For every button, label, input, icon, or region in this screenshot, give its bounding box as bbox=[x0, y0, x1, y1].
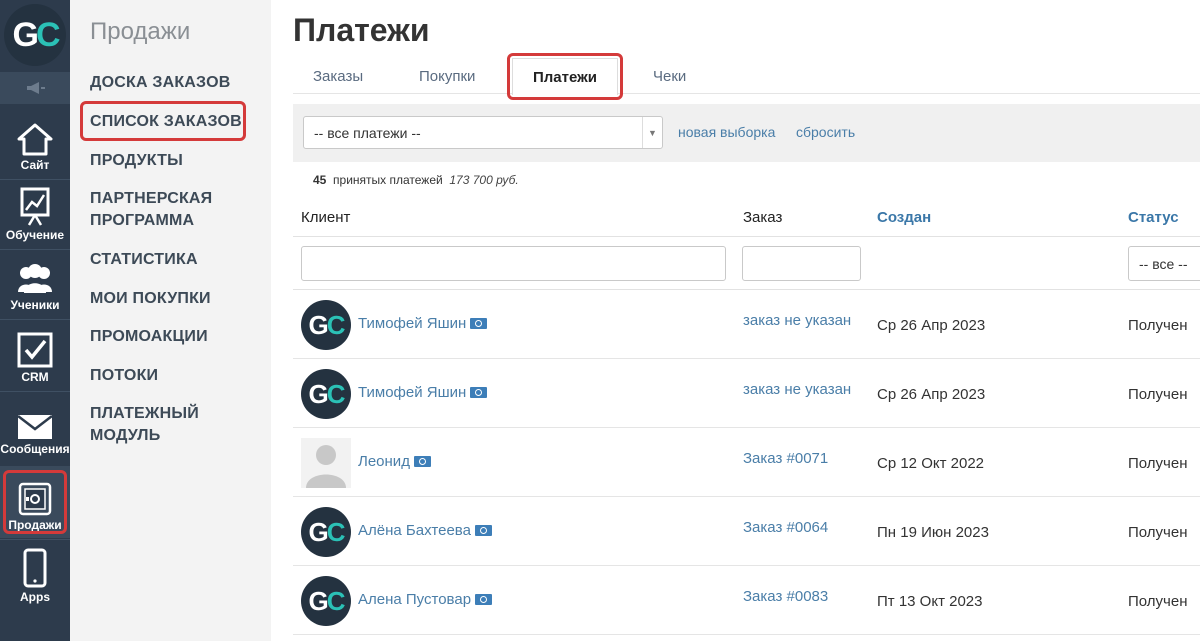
rail-item-label: Ученики bbox=[10, 298, 60, 312]
cash-icon bbox=[470, 387, 488, 398]
section-title: Продажи bbox=[90, 18, 191, 45]
avatar: GC bbox=[301, 576, 351, 626]
rail-item-site[interactable]: Сайт bbox=[0, 106, 70, 178]
order-filter-input[interactable] bbox=[742, 246, 861, 281]
app-rail: GC Сайт Обучение Ученики CRM Сообщения П… bbox=[0, 0, 70, 641]
status-value: Получен bbox=[1128, 317, 1188, 334]
cash-icon bbox=[413, 456, 431, 467]
rail-item-label: Обучение bbox=[5, 228, 65, 242]
client-link[interactable]: Алёна Бахтеева bbox=[358, 522, 492, 539]
new-selection-link[interactable]: новая выборка bbox=[678, 124, 775, 140]
payments-summary: 45 принятых платежей 173 700 руб. bbox=[313, 173, 519, 187]
nav-partner-program[interactable]: ПАРТНЕРСКАЯ ПРОГРАММА bbox=[90, 188, 230, 232]
created-date: Пн 19 Июн 2023 bbox=[877, 524, 989, 541]
highlight-frame-sales bbox=[3, 470, 67, 534]
chevron-down-icon: ▼ bbox=[642, 117, 662, 148]
table-row: GC Алена Пустовар Заказ #0083 Пт 13 Окт … bbox=[293, 566, 1200, 635]
checkbox-icon bbox=[17, 332, 53, 368]
table-row: Леонид Заказ #0071 Ср 12 Окт 2022 Получе… bbox=[293, 428, 1200, 497]
status-value: Получен bbox=[1128, 455, 1188, 472]
payments-summary-text: принятых платежей bbox=[333, 173, 443, 187]
rail-item-messages[interactable]: Сообщения bbox=[0, 392, 70, 462]
tab-receipts[interactable]: Чеки bbox=[653, 68, 686, 85]
tab-purchases[interactable]: Покупки bbox=[419, 68, 475, 85]
rail-item-label: Apps bbox=[20, 590, 50, 604]
avatar: GC bbox=[301, 369, 351, 419]
payments-filter-value: -- все платежи -- bbox=[314, 125, 421, 141]
status-value: Получен bbox=[1128, 524, 1188, 541]
rail-item-apps[interactable]: Apps bbox=[0, 540, 70, 610]
status-filter-value: -- все -- bbox=[1139, 256, 1188, 272]
rail-item-crm[interactable]: CRM bbox=[0, 320, 70, 390]
rail-item-label: Сообщения bbox=[0, 442, 70, 456]
megaphone-icon bbox=[27, 82, 45, 94]
section-nav: Продажи ДОСКА ЗАКАЗОВ СПИСОК ЗАКАЗОВ ПРО… bbox=[70, 0, 271, 641]
table-row: GC Алёна Бахтеева Заказ #0064 Пн 19 Июн … bbox=[293, 497, 1200, 566]
rail-item-label: CRM bbox=[21, 370, 49, 384]
envelope-icon bbox=[17, 415, 53, 439]
status-value: Получен bbox=[1128, 593, 1188, 610]
order-link[interactable]: заказ не указан bbox=[743, 381, 851, 398]
order-link[interactable]: Заказ #0064 bbox=[743, 519, 828, 536]
phone-icon bbox=[23, 548, 47, 588]
client-link[interactable]: Леонид bbox=[358, 453, 431, 470]
column-header-status[interactable]: Статус bbox=[1128, 209, 1179, 226]
filter-bar: -- все платежи -- ▼ новая выборка сброси… bbox=[293, 104, 1200, 162]
payments-filter-select[interactable]: -- все платежи -- ▼ bbox=[303, 116, 663, 149]
status-filter-select[interactable]: -- все -- bbox=[1128, 246, 1200, 281]
table-row: GC Тимофей Яшин заказ не указан Ср 26 Ап… bbox=[293, 290, 1200, 359]
chart-board-icon bbox=[20, 187, 50, 226]
cash-icon bbox=[474, 525, 492, 536]
rail-item-label: Сайт bbox=[20, 158, 50, 172]
nav-streams[interactable]: ПОТОКИ bbox=[90, 365, 158, 387]
status-value: Получен bbox=[1128, 386, 1188, 403]
users-icon bbox=[18, 264, 52, 293]
created-date: Ср 12 Окт 2022 bbox=[877, 455, 984, 472]
cash-icon bbox=[470, 318, 488, 329]
nav-orders-board[interactable]: ДОСКА ЗАКАЗОВ bbox=[90, 72, 230, 94]
gc-logo[interactable]: GC bbox=[0, 0, 70, 70]
table-row: GC Тимофей Яшин заказ не указан Ср 26 Ап… bbox=[293, 359, 1200, 428]
created-date: Ср 26 Апр 2023 bbox=[877, 317, 986, 334]
tab-bar: Заказы Покупки Чеки bbox=[293, 58, 1200, 94]
header-divider bbox=[293, 236, 1200, 237]
cash-icon bbox=[475, 594, 493, 605]
client-link[interactable]: Тимофей Яшин bbox=[358, 315, 488, 332]
order-link[interactable]: Заказ #0071 bbox=[743, 450, 828, 467]
gc-logo-mark: GC bbox=[4, 4, 66, 66]
nav-promotions[interactable]: ПРОМОАКЦИИ bbox=[90, 326, 208, 348]
column-header-client: Клиент bbox=[301, 209, 351, 226]
order-link[interactable]: заказ не указан bbox=[743, 312, 851, 329]
default-avatar bbox=[301, 438, 351, 488]
nav-products[interactable]: ПРОДУКТЫ bbox=[90, 150, 183, 172]
rail-collapse-toggle[interactable] bbox=[0, 72, 70, 104]
rail-item-students[interactable]: Ученики bbox=[0, 250, 70, 318]
avatar: GC bbox=[301, 300, 351, 350]
house-icon bbox=[17, 123, 53, 156]
payments-total: 173 700 руб. bbox=[449, 173, 519, 187]
column-header-order: Заказ bbox=[743, 209, 783, 226]
reset-link[interactable]: сбросить bbox=[796, 124, 855, 140]
tab-orders[interactable]: Заказы bbox=[313, 68, 363, 85]
nav-statistics[interactable]: СТАТИСТИКА bbox=[90, 249, 198, 271]
client-link[interactable]: Алена Пустовар bbox=[358, 591, 493, 608]
person-silhouette-icon bbox=[306, 445, 346, 488]
payments-count: 45 bbox=[313, 173, 327, 187]
client-filter-input[interactable] bbox=[301, 246, 726, 281]
highlight-frame-payments-tab bbox=[507, 53, 623, 100]
rail-item-learning[interactable]: Обучение bbox=[0, 180, 70, 248]
avatar: GC bbox=[301, 507, 351, 557]
created-date: Пт 13 Окт 2023 bbox=[877, 593, 983, 610]
page-title: Платежи bbox=[293, 12, 430, 48]
nav-payment-module[interactable]: ПЛАТЕЖНЫЙ МОДУЛЬ bbox=[90, 403, 271, 447]
nav-my-purchases[interactable]: МОИ ПОКУПКИ bbox=[90, 288, 211, 310]
highlight-frame-orders-list bbox=[80, 101, 246, 141]
order-link[interactable]: Заказ #0083 bbox=[743, 588, 828, 605]
column-header-created[interactable]: Создан bbox=[877, 209, 931, 226]
client-link[interactable]: Тимофей Яшин bbox=[358, 384, 488, 401]
created-date: Ср 26 Апр 2023 bbox=[877, 386, 986, 403]
